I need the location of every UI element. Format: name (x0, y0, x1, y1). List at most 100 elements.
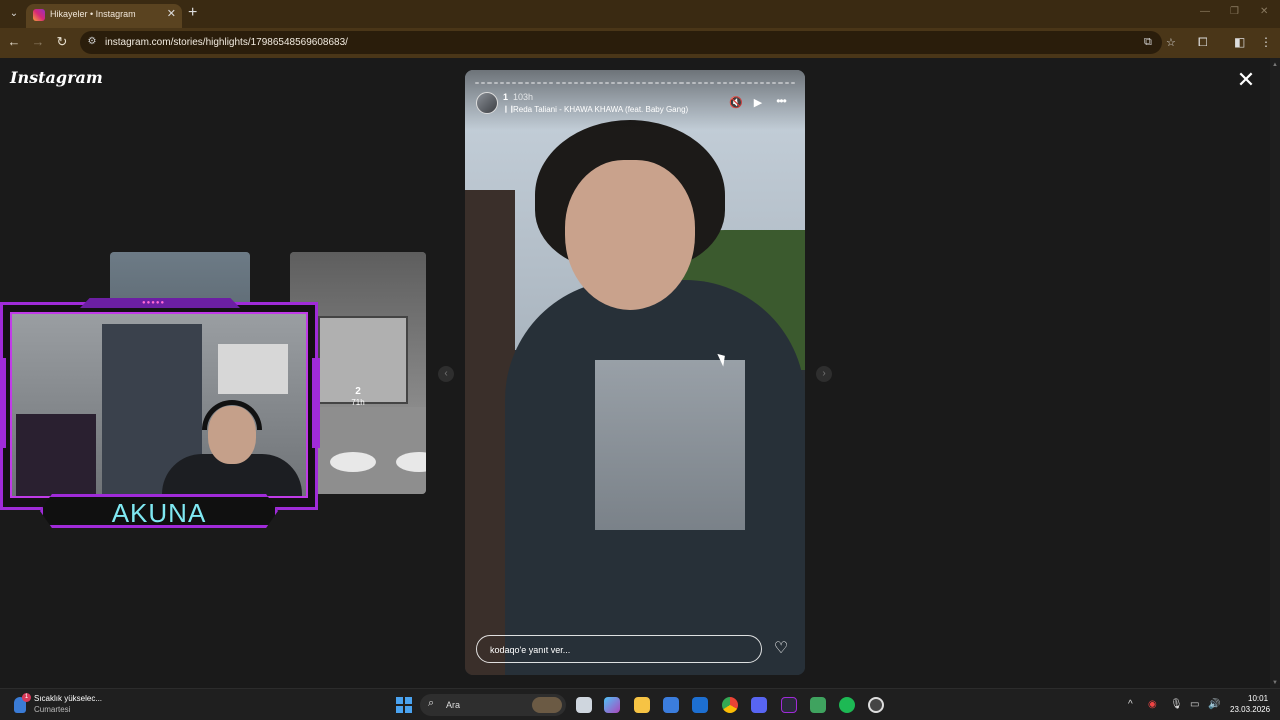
overlay-side-accent (0, 358, 6, 448)
story-username[interactable]: 1 (503, 92, 508, 102)
progress-segment (475, 82, 480, 84)
weather-title[interactable]: Sıcaklık yükselec... (34, 694, 102, 703)
progress-segment (512, 82, 517, 84)
browser-menu-icon[interactable]: ⋮ (1260, 35, 1272, 49)
microsoft-store-icon[interactable] (663, 697, 679, 713)
back-arrow-icon[interactable]: ← (6, 34, 22, 50)
install-app-icon[interactable]: ⧉ (1144, 36, 1152, 49)
file-explorer-icon[interactable] (634, 697, 650, 713)
progress-segment (481, 82, 486, 84)
microphone-icon[interactable]: 🎙 (1170, 699, 1183, 710)
site-info-icon[interactable]: ⚙ (86, 36, 98, 48)
discord-icon[interactable] (751, 697, 767, 713)
progress-segment (574, 82, 579, 84)
story-music-label[interactable]: Reda Taliani - KHAWA KHAWA (feat. Baby G… (513, 105, 688, 114)
reply-placeholder: kodaqo'e yanıt ver... (490, 645, 571, 655)
scroll-down-icon[interactable]: ▼ (1272, 680, 1278, 686)
webcam-feed (10, 312, 308, 498)
document-app-icon[interactable] (810, 697, 826, 713)
progress-segment (505, 82, 511, 84)
spotify-icon[interactable] (839, 697, 855, 713)
forward-arrow-icon[interactable]: → (30, 34, 46, 50)
cam-poster (218, 344, 288, 394)
windows-taskbar: 1 Sıcaklık yükselec... Cumartesi ⌕ Ara ^… (0, 688, 1280, 720)
twitch-studio-icon[interactable] (781, 697, 797, 713)
overlay-dots: ●●●●● (142, 300, 166, 306)
profile-avatar-icon[interactable]: ◧ (1234, 35, 1245, 49)
progress-segment (487, 82, 492, 84)
volume-icon[interactable]: 🔊 (1208, 699, 1220, 710)
search-highlight-icon (532, 697, 562, 713)
reload-icon[interactable]: ↻ (54, 34, 70, 50)
progress-segment (790, 82, 795, 84)
taskbar-search[interactable]: ⌕ Ara (420, 694, 566, 716)
story-avatar[interactable] (476, 92, 498, 114)
progress-segment (530, 82, 535, 84)
tab-strip: ⌄ Hikayeler • Instagram ✕ + — ❐ ✕ (0, 0, 1280, 28)
page-scrollbar[interactable] (1270, 58, 1280, 688)
window-close-button[interactable]: ✕ (1260, 6, 1268, 17)
instagram-favicon-icon (33, 9, 45, 21)
next-arrow-icon[interactable]: › (816, 366, 832, 382)
progress-segment (586, 82, 591, 84)
progress-segment (710, 82, 715, 84)
progress-segment (753, 82, 758, 84)
progress-segment (567, 82, 573, 84)
progress-segment (722, 82, 727, 84)
tab-title: Hikayeler • Instagram (50, 9, 136, 19)
chrome-icon[interactable] (722, 697, 738, 713)
network-icon[interactable]: ▭ (1190, 699, 1199, 710)
previous-arrow-icon[interactable]: ‹ (438, 366, 454, 382)
play-icon[interactable]: ▶ (751, 96, 765, 110)
progress-segment (592, 82, 597, 84)
active-tab[interactable]: Hikayeler • Instagram ✕ (26, 4, 182, 28)
progress-segment (660, 82, 665, 84)
tray-app-icon[interactable]: ◉ (1148, 699, 1157, 710)
url-text[interactable]: instagram.com/stories/highlights/1798654… (105, 37, 348, 48)
tab-close-icon[interactable]: ✕ (167, 7, 176, 20)
weather-badge: 1 (22, 693, 31, 702)
progress-segment (685, 82, 690, 84)
heart-icon[interactable]: ♡ (772, 640, 790, 658)
clock-time[interactable]: 10:01 (1248, 694, 1268, 703)
progress-segment (679, 82, 684, 84)
close-viewer-icon[interactable]: ✕ (1236, 69, 1256, 91)
progress-segment (642, 82, 647, 84)
minimize-button[interactable]: — (1200, 6, 1210, 17)
scroll-up-icon[interactable]: ▲ (1272, 62, 1278, 68)
progress-segment (747, 82, 752, 84)
progress-segment (741, 82, 746, 84)
progress-segment (543, 82, 548, 84)
tray-overflow-icon[interactable]: ^ (1128, 699, 1133, 710)
obs-icon[interactable] (868, 697, 884, 713)
story-card[interactable]: 1 103h ❙❙ Reda Taliani - KHAWA KHAWA (fe… (465, 70, 805, 675)
maximize-button[interactable]: ❐ (1230, 6, 1239, 17)
mute-icon[interactable]: 🔇 (729, 96, 743, 110)
new-tab-button[interactable]: + (188, 4, 197, 22)
reply-input[interactable]: kodaqo'e yanıt ver... (476, 635, 762, 663)
progress-segment (636, 82, 641, 84)
tab-search-menu-icon[interactable]: ⌄ (6, 6, 22, 22)
task-view-icon[interactable] (576, 697, 592, 713)
progress-segment (629, 82, 634, 84)
extensions-icon[interactable]: ⧠ (1198, 35, 1208, 50)
progress-segment (493, 82, 498, 84)
progress-segment (666, 82, 672, 84)
outlook-icon[interactable] (692, 697, 708, 713)
progress-segment (623, 82, 628, 84)
instagram-logo[interactable]: Instagram (10, 68, 103, 87)
progress-segment (648, 82, 653, 84)
story-viewer: Instagram ✕ 2 71h ‹ › 1 103h ❙❙ Reda Tal… (0, 58, 1270, 688)
clock-date[interactable]: 23.03.2026 (1230, 705, 1270, 714)
address-bar[interactable]: ⚙ instagram.com/stories/highlights/17986… (80, 31, 1176, 54)
progress-segment (728, 82, 734, 84)
bookmark-star-icon[interactable]: ☆ (1166, 36, 1176, 49)
progress-segment (772, 82, 777, 84)
windows-start-icon[interactable] (396, 697, 412, 713)
thumb-sink (330, 452, 376, 472)
more-options-icon[interactable]: ••• (773, 94, 789, 108)
stream-webcam-overlay: ●●●●● AKUNA (0, 298, 320, 530)
browser-toolbar: ← → ↻ ⚙ instagram.com/stories/highlights… (0, 28, 1280, 58)
progress-segment (580, 82, 585, 84)
copilot-icon[interactable] (604, 697, 620, 713)
